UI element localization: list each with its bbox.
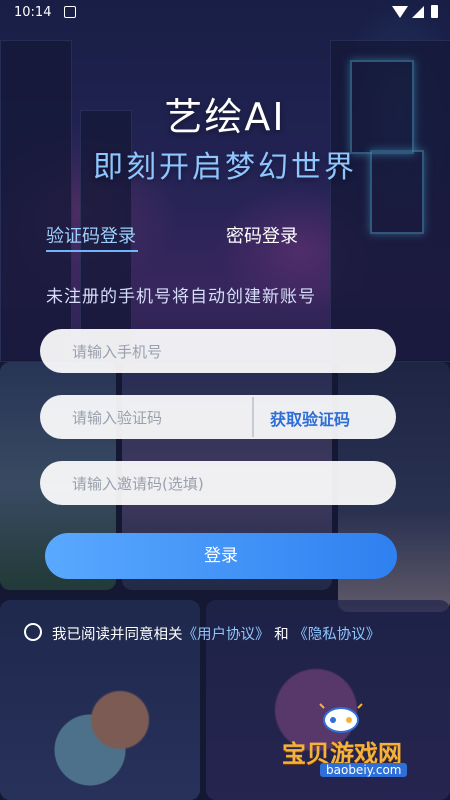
battery-icon	[431, 5, 438, 18]
register-hint: 未注册的手机号将自动创建新账号	[46, 287, 316, 307]
agreement-text: 我已阅读并同意相关《用户协议》 和 《隐私协议》	[52, 623, 380, 644]
signal-icon	[412, 6, 424, 18]
active-tab-indicator	[46, 250, 138, 252]
user-agreement-link[interactable]: 《用户协议》	[183, 627, 270, 643]
status-bar: 10:14	[0, 0, 450, 28]
agreement-prefix: 我已阅读并同意相关	[52, 627, 183, 643]
notification-icon	[64, 6, 76, 18]
phone-field-container	[40, 329, 396, 375]
verification-code-input[interactable]	[70, 395, 274, 441]
wifi-icon	[392, 6, 408, 18]
app-title: 艺绘AI	[164, 95, 286, 139]
agreement-and: 和	[274, 627, 289, 643]
tab-password-login[interactable]: 密码登录	[226, 222, 298, 248]
privacy-policy-link[interactable]: 《隐私协议》	[293, 627, 380, 643]
status-time: 10:14	[14, 5, 52, 20]
login-button[interactable]: 登录	[45, 533, 397, 579]
slogan: 即刻开启梦幻世界	[93, 150, 357, 185]
invite-field-container	[40, 461, 396, 507]
phone-input[interactable]	[70, 329, 274, 375]
code-field-container: 获取验证码	[40, 395, 396, 441]
watermark-url: baobeiy.com	[320, 763, 408, 777]
field-divider	[252, 397, 254, 437]
invite-code-input[interactable]	[70, 461, 274, 507]
gamepad-mascot-icon	[319, 703, 363, 733]
get-code-button[interactable]: 获取验证码	[270, 406, 350, 430]
tab-sms-login[interactable]: 验证码登录	[46, 222, 136, 248]
agreement-checkbox[interactable]	[24, 623, 42, 641]
